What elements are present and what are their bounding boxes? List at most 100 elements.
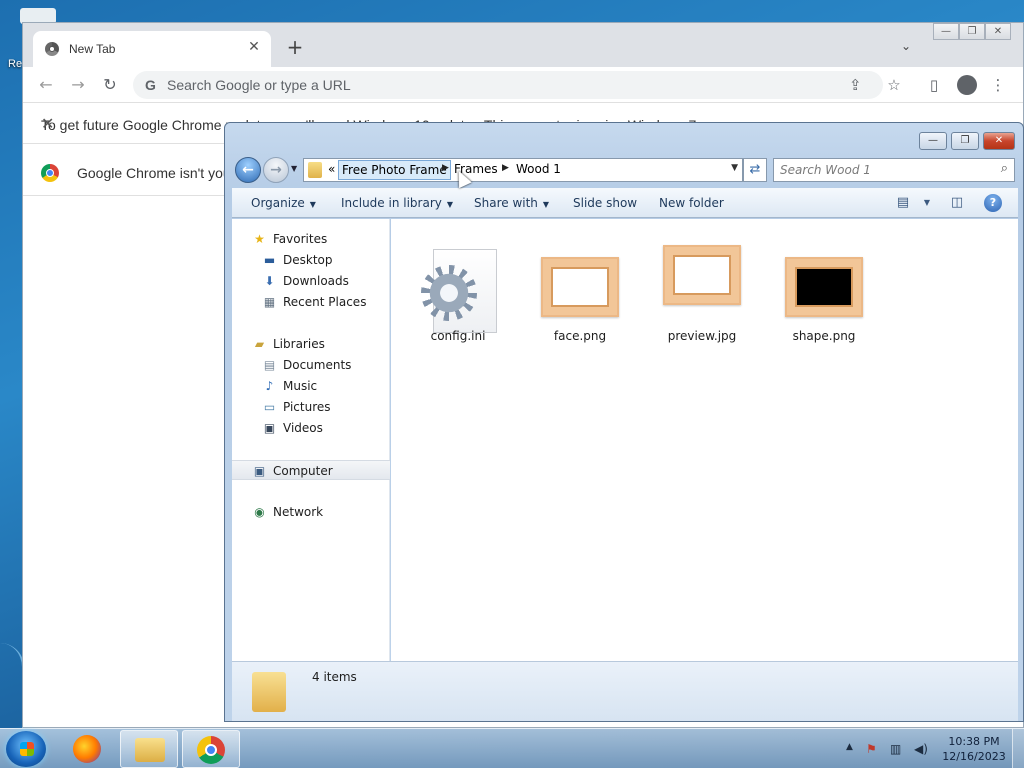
omnibox-input[interactable]: [167, 75, 767, 95]
chrome-toolbar: ← → ↻ G ⇪ ☆ ▯ ⋮: [23, 67, 1023, 103]
organize-menu[interactable]: Organize ▼: [251, 196, 316, 210]
recent-pages-dropdown-icon[interactable]: ▼: [291, 164, 297, 173]
refresh-icon[interactable]: ⇄: [743, 158, 767, 182]
file-list: config.ini face.png preview.jpg shape.pn…: [391, 219, 1018, 661]
white-frame-thumbnail: [539, 239, 621, 323]
clock[interactable]: 10:38 PM 12/16/2023: [938, 734, 1010, 764]
nav-music[interactable]: ♪ Music: [232, 376, 390, 396]
folder-icon: [252, 672, 286, 712]
breadcrumb-separator-icon[interactable]: ▶: [442, 163, 449, 173]
file-name: face.png: [553, 329, 607, 343]
breadcrumb-separator-icon[interactable]: ▶: [502, 163, 509, 173]
tab-new-tab[interactable]: New Tab ✕: [33, 31, 271, 67]
search-box[interactable]: ⌕: [773, 158, 1015, 182]
nav-videos[interactable]: ▣ Videos: [232, 418, 390, 438]
network-icon: ◉: [254, 505, 265, 519]
nav-recent-places[interactable]: ▦ Recent Places: [232, 292, 390, 312]
chrome-close-button[interactable]: ✕: [985, 23, 1011, 40]
search-input[interactable]: [780, 162, 980, 178]
folder-icon: [308, 162, 322, 178]
new-tab-button[interactable]: +: [285, 37, 305, 57]
pictures-icon: ▭: [263, 400, 276, 414]
gear-icon: [421, 265, 477, 321]
chrome-favicon-icon: [45, 42, 59, 56]
organize-label: Organize: [251, 196, 305, 210]
tab-close-icon[interactable]: ✕: [245, 38, 263, 56]
wallpaper-swoosh: [0, 643, 24, 723]
explorer-close-button[interactable]: ✕: [983, 132, 1015, 150]
file-name: config.ini: [430, 329, 486, 343]
file-preview-jpg[interactable]: preview.jpg: [647, 229, 757, 343]
videos-icon: ▣: [263, 421, 276, 435]
tab-search-icon[interactable]: ⌄: [901, 39, 911, 53]
nav-favorites[interactable]: ★ Favorites: [232, 229, 390, 249]
help-icon[interactable]: ?: [984, 194, 1002, 212]
view-options-dropdown-icon[interactable]: ▼: [918, 194, 936, 212]
music-icon: ♪: [265, 379, 274, 393]
nav-network[interactable]: ◉ Network: [232, 502, 390, 522]
new-folder-button[interactable]: New folder: [659, 196, 724, 210]
breadcrumb-overflow[interactable]: «: [328, 162, 335, 176]
chrome-tab-strip: New Tab ✕ + ⌄ — ❐ ✕: [23, 23, 1023, 67]
share-icon[interactable]: ⇪: [849, 76, 862, 94]
chrome-minimize-button[interactable]: —: [933, 23, 959, 40]
search-icon[interactable]: ⌕: [1001, 161, 1008, 176]
explorer-nav-bar: ← → ▼ « Free Photo Frame ▶ Frames ▶ Wood…: [235, 157, 1015, 183]
share-with-menu[interactable]: Share with ▼: [474, 196, 549, 210]
back-arrow-icon[interactable]: ←: [35, 74, 57, 96]
start-button[interactable]: [6, 731, 46, 767]
forward-button[interactable]: →: [263, 157, 289, 183]
address-bar[interactable]: « Free Photo Frame ▶ Frames ▶ Wood 1 ▼: [303, 158, 743, 182]
profile-avatar-icon[interactable]: [957, 75, 977, 95]
nav-label: Favorites: [273, 232, 328, 246]
change-view-icon[interactable]: ▤: [894, 194, 912, 212]
nav-documents[interactable]: ▤ Documents: [232, 355, 390, 375]
side-panel-icon[interactable]: ▯: [925, 76, 943, 94]
taskbar-chrome[interactable]: [182, 730, 240, 768]
chrome-restore-button[interactable]: ❐: [959, 23, 985, 40]
nav-label: Network: [273, 505, 324, 519]
breadcrumb-free-photo-frame[interactable]: Free Photo Frame: [338, 160, 451, 180]
nav-libraries[interactable]: ▰ Libraries: [232, 334, 390, 354]
taskbar-firefox[interactable]: [58, 730, 116, 768]
address-dropdown-icon[interactable]: ▼: [731, 163, 738, 173]
nav-label: Libraries: [273, 337, 325, 351]
nav-downloads[interactable]: ⬇ Downloads: [232, 271, 390, 291]
share-with-label: Share with: [474, 196, 538, 210]
computer-icon: ▣: [253, 464, 266, 478]
desktop-icon: ▬: [263, 253, 276, 267]
item-count: 4 items: [312, 670, 357, 684]
nav-label: Downloads: [283, 274, 349, 288]
taskbar-explorer[interactable]: [120, 730, 178, 768]
nav-label: Pictures: [283, 400, 331, 414]
reload-icon[interactable]: ↻: [99, 74, 121, 96]
menu-kebab-icon[interactable]: ⋮: [989, 76, 1007, 94]
action-center-icon[interactable]: ⚑: [866, 742, 877, 756]
explorer-maximize-button[interactable]: ❐: [951, 132, 979, 150]
explorer-folder-icon: [135, 738, 165, 762]
file-shape-png[interactable]: shape.png: [769, 229, 879, 343]
show-hidden-icons[interactable]: ▲: [846, 742, 853, 752]
slide-show-button[interactable]: Slide show: [573, 196, 637, 210]
volume-icon[interactable]: ◀): [914, 742, 928, 756]
file-config-ini[interactable]: config.ini: [403, 229, 513, 343]
include-in-library-menu[interactable]: Include in library ▼: [341, 196, 453, 210]
back-button[interactable]: ←: [235, 157, 261, 183]
show-desktop-button[interactable]: [1012, 729, 1024, 768]
nav-computer[interactable]: ▣ Computer: [232, 460, 390, 480]
tab-title: New Tab: [69, 42, 116, 56]
breadcrumb-wood-1[interactable]: Wood 1: [516, 162, 561, 176]
omnibox[interactable]: G ⇪: [133, 71, 883, 99]
details-pane: 4 items: [232, 661, 1018, 721]
preview-pane-icon[interactable]: ◫: [948, 194, 966, 212]
chrome-icon: [197, 736, 225, 764]
forward-arrow-icon[interactable]: →: [67, 74, 89, 96]
nav-pictures[interactable]: ▭ Pictures: [232, 397, 390, 417]
file-face-png[interactable]: face.png: [525, 229, 635, 343]
bookmark-star-icon[interactable]: ☆: [885, 76, 903, 94]
desktop-icon-label: Re: [8, 58, 23, 70]
nav-label: Desktop: [283, 253, 333, 267]
network-icon[interactable]: ▥: [890, 742, 901, 756]
explorer-minimize-button[interactable]: —: [919, 132, 947, 150]
nav-desktop[interactable]: ▬ Desktop: [232, 250, 390, 270]
